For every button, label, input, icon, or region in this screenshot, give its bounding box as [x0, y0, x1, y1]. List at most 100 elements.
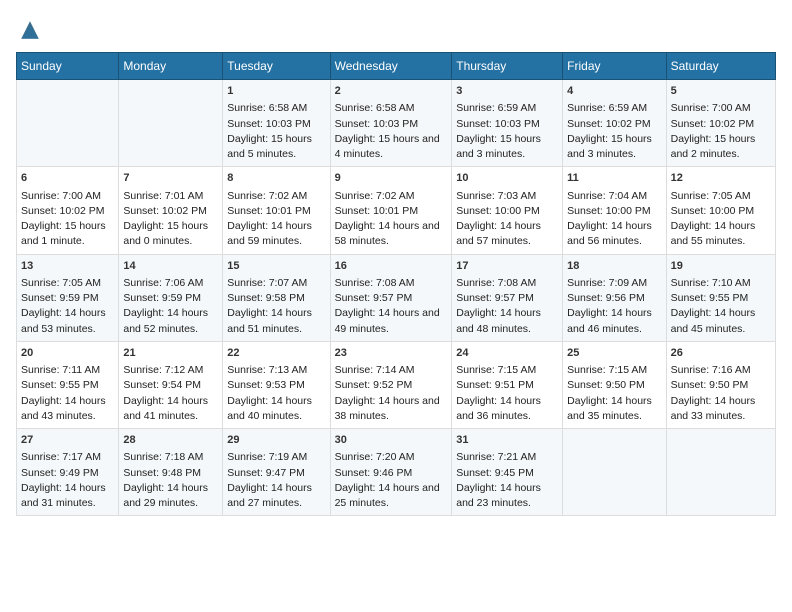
- calendar-cell: 29Sunrise: 7:19 AM Sunset: 9:47 PM Dayli…: [223, 429, 330, 516]
- calendar-cell: 7 Sunrise: 7:01 AM Sunset: 10:02 PM Dayli…: [119, 167, 223, 254]
- day-info: Sunrise: 7:17 AM Sunset: 9:49 PM Dayligh…: [21, 450, 114, 511]
- weekday-header-monday: Monday: [119, 53, 223, 80]
- day-info: Sunrise: 6:59 AM Sunset: 10:03 PM Daylig…: [456, 101, 558, 162]
- calendar-cell: 5 Sunrise: 7:00 AM Sunset: 10:02 PM Dayli…: [666, 80, 775, 167]
- calendar-cell: 9 Sunrise: 7:02 AM Sunset: 10:01 PM Dayli…: [330, 167, 452, 254]
- day-number: 23: [335, 346, 448, 361]
- calendar-cell: 27 Sunrise: 7:17 AM Sunset: 9:49 PM Dayli…: [17, 429, 119, 516]
- calendar-cell: 22 Sunrise: 7:13 AM Sunset: 9:53 PM Dayli…: [223, 341, 330, 428]
- day-number: 24: [456, 346, 558, 361]
- day-number: 25: [567, 346, 661, 361]
- day-number: 27: [21, 433, 114, 448]
- day-number: 3: [456, 84, 558, 99]
- calendar-cell: 10 Sunrise: 7:03 AM Sunset: 10:00 PM Dayl…: [452, 167, 563, 254]
- day-info: Sunrise: 7:08 AM Sunset: 9:57 PM Dayligh…: [456, 276, 558, 337]
- day-info: Sunrise: 6:58 AM Sunset: 10:03 PM Daylig…: [335, 101, 448, 162]
- calendar-cell: 2 Sunrise: 6:58 AM Sunset: 10:03 PM Dayli…: [330, 80, 452, 167]
- day-info: Sunrise: 7:11 AM Sunset: 9:55 PM Dayligh…: [21, 363, 114, 424]
- calendar-cell: 12 Sunrise: 7:05 AM Sunset: 10:00 PM Dayl…: [666, 167, 775, 254]
- day-number: 20: [21, 346, 114, 361]
- day-info: Sunrise: 7:21 AM Sunset: 9:45 PM Dayligh…: [456, 450, 558, 511]
- day-number: 18: [567, 259, 661, 274]
- day-info: Sunrise: 7:01 AM Sunset: 10:02 PM Daylig…: [123, 189, 218, 250]
- day-number: 14: [123, 259, 218, 274]
- day-info: Sunrise: 7:15 AM Sunset: 9:50 PM Dayligh…: [567, 363, 661, 424]
- calendar-cell: 20 Sunrise: 7:11 AM Sunset: 9:55 PM Dayli…: [17, 341, 119, 428]
- day-number: 9: [335, 171, 448, 186]
- weekday-header-saturday: Saturday: [666, 53, 775, 80]
- day-info: Sunrise: 7:05 AM Sunset: 10:00 PM Daylig…: [671, 189, 771, 250]
- day-number: 12: [671, 171, 771, 186]
- calendar-cell: 24 Sunrise: 7:15 AM Sunset: 9:51 PM Dayli…: [452, 341, 563, 428]
- day-info: Sunrise: 7:05 AM Sunset: 9:59 PM Dayligh…: [21, 276, 114, 337]
- day-info: Sunrise: 7:14 AM Sunset: 9:52 PM Dayligh…: [335, 363, 448, 424]
- page-header: [16, 16, 776, 44]
- calendar-cell: 16 Sunrise: 7:08 AM Sunset: 9:57 PM Dayli…: [330, 254, 452, 341]
- day-number: 2: [335, 84, 448, 99]
- calendar-cell: 23 Sunrise: 7:14 AM Sunset: 9:52 PM Dayli…: [330, 341, 452, 428]
- day-number: 5: [671, 84, 771, 99]
- calendar-cell: 3 Sunrise: 6:59 AM Sunset: 10:03 PM Dayli…: [452, 80, 563, 167]
- calendar-cell: 15 Sunrise: 7:07 AM Sunset: 9:58 PM Dayli…: [223, 254, 330, 341]
- day-number: 17: [456, 259, 558, 274]
- day-info: Sunrise: 7:20 AM Sunset: 9:46 PM Dayligh…: [335, 450, 448, 511]
- day-number: 19: [671, 259, 771, 274]
- day-number: 8: [227, 171, 325, 186]
- day-info: Sunrise: 7:09 AM Sunset: 9:56 PM Dayligh…: [567, 276, 661, 337]
- day-number: 11: [567, 171, 661, 186]
- day-info: Sunrise: 7:08 AM Sunset: 9:57 PM Dayligh…: [335, 276, 448, 337]
- calendar-cell: [666, 429, 775, 516]
- day-number: 16: [335, 259, 448, 274]
- day-number: 7: [123, 171, 218, 186]
- day-number: 4: [567, 84, 661, 99]
- calendar-cell: 25 Sunrise: 7:15 AM Sunset: 9:50 PM Dayli…: [563, 341, 666, 428]
- week-row-3: 13 Sunrise: 7:05 AM Sunset: 9:59 PM Dayli…: [17, 254, 776, 341]
- day-info: Sunrise: 7:02 AM Sunset: 10:01 PM Daylig…: [227, 189, 325, 250]
- day-info: Sunrise: 7:03 AM Sunset: 10:00 PM Daylig…: [456, 189, 558, 250]
- weekday-header-thursday: Thursday: [452, 53, 563, 80]
- logo-icon: [16, 16, 44, 44]
- calendar-cell: 26 Sunrise: 7:16 AM Sunset: 9:50 PM Dayli…: [666, 341, 775, 428]
- calendar-cell: 6 Sunrise: 7:00 AM Sunset: 10:02 PM Dayli…: [17, 167, 119, 254]
- day-number: 31: [456, 433, 558, 448]
- day-number: 22: [227, 346, 325, 361]
- day-number: 30: [335, 433, 448, 448]
- day-number: 13: [21, 259, 114, 274]
- day-number: 6: [21, 171, 114, 186]
- calendar-cell: [563, 429, 666, 516]
- calendar-cell: 31 Sunrise: 7:21 AM Sunset: 9:45 PM Dayli…: [452, 429, 563, 516]
- day-number: 29: [227, 433, 325, 448]
- day-info: Sunrise: 7:15 AM Sunset: 9:51 PM Dayligh…: [456, 363, 558, 424]
- calendar-cell: 11Sunrise: 7:04 AM Sunset: 10:00 PM Dayl…: [563, 167, 666, 254]
- day-number: 21: [123, 346, 218, 361]
- day-info: Sunrise: 7:16 AM Sunset: 9:50 PM Dayligh…: [671, 363, 771, 424]
- day-number: 26: [671, 346, 771, 361]
- calendar-cell: 13 Sunrise: 7:05 AM Sunset: 9:59 PM Dayli…: [17, 254, 119, 341]
- week-row-2: 6 Sunrise: 7:00 AM Sunset: 10:02 PM Dayli…: [17, 167, 776, 254]
- day-info: Sunrise: 7:00 AM Sunset: 10:02 PM Daylig…: [21, 189, 114, 250]
- day-info: Sunrise: 7:00 AM Sunset: 10:02 PM Daylig…: [671, 101, 771, 162]
- calendar-cell: 19Sunrise: 7:10 AM Sunset: 9:55 PM Dayli…: [666, 254, 775, 341]
- week-row-1: 1 Sunrise: 6:58 AM Sunset: 10:03 PM Dayli…: [17, 80, 776, 167]
- calendar-cell: 17 Sunrise: 7:08 AM Sunset: 9:57 PM Dayli…: [452, 254, 563, 341]
- day-info: Sunrise: 6:58 AM Sunset: 10:03 PM Daylig…: [227, 101, 325, 162]
- calendar-cell: 4Sunrise: 6:59 AM Sunset: 10:02 PM Dayli…: [563, 80, 666, 167]
- day-number: 15: [227, 259, 325, 274]
- day-number: 10: [456, 171, 558, 186]
- calendar-cell: [119, 80, 223, 167]
- day-number: 1: [227, 84, 325, 99]
- calendar-cell: 18 Sunrise: 7:09 AM Sunset: 9:56 PM Dayli…: [563, 254, 666, 341]
- calendar-table: SundayMondayTuesdayWednesdayThursdayFrid…: [16, 52, 776, 516]
- day-info: Sunrise: 7:13 AM Sunset: 9:53 PM Dayligh…: [227, 363, 325, 424]
- calendar-cell: 30 Sunrise: 7:20 AM Sunset: 9:46 PM Dayli…: [330, 429, 452, 516]
- weekday-header-tuesday: Tuesday: [223, 53, 330, 80]
- week-row-4: 20 Sunrise: 7:11 AM Sunset: 9:55 PM Dayli…: [17, 341, 776, 428]
- weekday-header-friday: Friday: [563, 53, 666, 80]
- calendar-cell: 28Sunrise: 7:18 AM Sunset: 9:48 PM Dayli…: [119, 429, 223, 516]
- day-info: Sunrise: 7:02 AM Sunset: 10:01 PM Daylig…: [335, 189, 448, 250]
- calendar-cell: 1 Sunrise: 6:58 AM Sunset: 10:03 PM Dayli…: [223, 80, 330, 167]
- calendar-cell: [17, 80, 119, 167]
- day-info: Sunrise: 7:07 AM Sunset: 9:58 PM Dayligh…: [227, 276, 325, 337]
- day-info: Sunrise: 7:12 AM Sunset: 9:54 PM Dayligh…: [123, 363, 218, 424]
- day-info: Sunrise: 7:18 AM Sunset: 9:48 PM Dayligh…: [123, 450, 218, 511]
